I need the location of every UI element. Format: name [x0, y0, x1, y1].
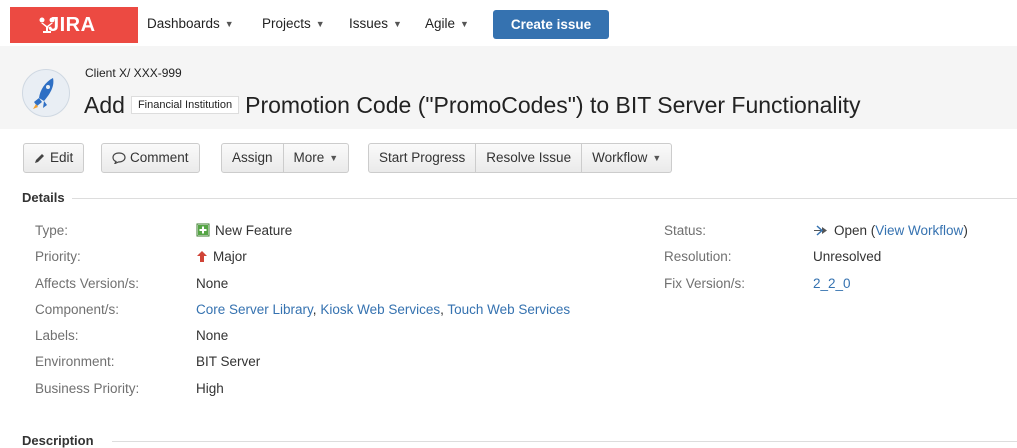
chevron-down-icon: ▼ [315, 19, 325, 29]
summary-suffix: Promotion Code ("PromoCodes") to BIT Ser… [245, 92, 861, 118]
labels-label: Labels: [35, 328, 79, 343]
nav-dashboards[interactable]: Dashboards ▼ [147, 16, 234, 31]
assign-button[interactable]: Assign [221, 143, 284, 173]
type-value-text: New Feature [215, 223, 293, 238]
top-navigation: JIRA Dashboards ▼ Projects ▼ Issues ▼ Agile… [0, 0, 1017, 46]
view-workflow-link[interactable]: View Workflow [875, 223, 963, 238]
action-group: Assign More ▼ [221, 143, 350, 173]
nav-dashboards-label: Dashboards [147, 16, 220, 31]
breadcrumb[interactable]: Client X/ XXX-999 [85, 66, 182, 80]
project-avatar [22, 69, 70, 117]
components-value: Core Server Library, Kiosk Web Services,… [196, 302, 571, 317]
workflow-button[interactable]: Workflow ▼ [582, 143, 673, 173]
resolution-label: Resolution: [664, 249, 732, 264]
start-progress-button[interactable]: Start Progress [368, 143, 477, 173]
jira-logo-icon [39, 17, 55, 33]
chevron-down-icon: ▼ [460, 19, 469, 29]
nav-projects-label: Projects [262, 16, 311, 31]
comment-group: Comment [101, 143, 200, 173]
business-priority-value[interactable]: High [196, 381, 224, 396]
resolution-value: Unresolved [813, 249, 882, 264]
new-feature-icon [196, 223, 210, 237]
rocket-icon [33, 78, 54, 109]
workflow-label: Workflow [592, 150, 648, 165]
chevron-down-icon: ▼ [652, 153, 662, 163]
nav-projects[interactable]: Projects ▼ [262, 16, 325, 31]
edit-button[interactable]: Edit [23, 143, 85, 173]
redacted-text: Financial Institution [130, 96, 240, 114]
description-heading[interactable]: Description [22, 433, 94, 448]
nav-issues-label: Issues [349, 16, 389, 31]
comment-label: Comment [130, 150, 189, 165]
priority-value-text: Major [213, 249, 247, 264]
business-priority-label: Business Priority: [35, 381, 140, 396]
fix-version-link[interactable]: 2_2_0 [813, 276, 851, 291]
description-divider [112, 441, 1017, 442]
more-label: More [293, 150, 325, 165]
resolve-issue-button[interactable]: Resolve Issue [476, 143, 583, 173]
status-value: Open (View Workflow) [813, 223, 968, 238]
nav-agile[interactable]: Agile ▼ [425, 16, 469, 31]
arrow-up-icon [197, 251, 207, 262]
comment-button[interactable]: Comment [101, 143, 200, 173]
pencil-icon [35, 154, 44, 163]
workflow-group: Start Progress Resolve Issue Workflow ▼ [368, 143, 673, 173]
chevron-down-icon: ▼ [393, 19, 402, 29]
transition-arrow-icon [814, 225, 827, 236]
component-link[interactable]: Core Server Library [196, 302, 313, 317]
nav-issues[interactable]: Issues ▼ [349, 16, 402, 31]
fix-version-label: Fix Version/s: [664, 276, 746, 291]
details-heading[interactable]: Details [22, 190, 65, 205]
environment-value[interactable]: BIT Server [196, 354, 260, 369]
labels-value[interactable]: None [196, 328, 228, 343]
jira-logo[interactable]: JIRA [10, 7, 138, 43]
edit-label: Edit [50, 150, 74, 165]
affects-version-value: None [196, 276, 229, 291]
comment-icon [112, 152, 126, 165]
nav-agile-label: Agile [425, 16, 456, 31]
type-value: New Feature [196, 223, 292, 238]
details-divider [72, 198, 1017, 199]
affects-version-label: Affects Version/s: [35, 276, 140, 291]
create-issue-button[interactable]: Create issue [493, 10, 609, 39]
summary-prefix: Add [84, 92, 125, 118]
edit-group: Edit [23, 143, 85, 173]
priority-label: Priority: [35, 249, 81, 264]
type-label: Type: [35, 223, 69, 238]
status-value-text: Open [834, 223, 868, 238]
components-label: Component/s: [35, 302, 120, 317]
component-link[interactable]: Touch Web Services [447, 302, 570, 317]
more-button[interactable]: More ▼ [283, 143, 350, 173]
issue-summary[interactable]: Add Financial Institution Promotion Code (… [84, 92, 861, 119]
status-label: Status: [664, 223, 707, 238]
priority-value: Major [196, 249, 247, 264]
component-link[interactable]: Kiosk Web Services [320, 302, 440, 317]
environment-label: Environment: [35, 354, 115, 369]
chevron-down-icon: ▼ [329, 153, 339, 163]
chevron-down-icon: ▼ [224, 19, 234, 29]
